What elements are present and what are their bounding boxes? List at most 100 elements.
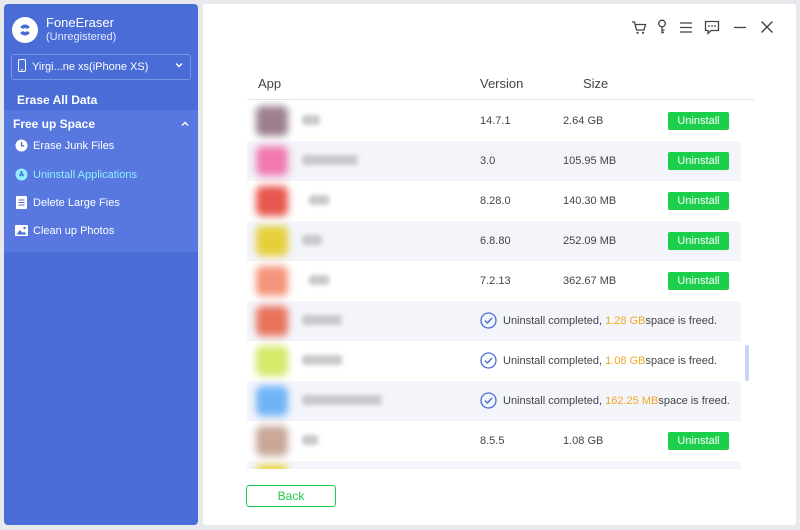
- table-header: App Version Size: [247, 70, 754, 100]
- status-suffix: space is freed.: [658, 394, 730, 407]
- app-icon: [256, 386, 288, 416]
- nav-erase-all-data[interactable]: Erase All Data: [17, 93, 97, 107]
- minimize-icon[interactable]: [732, 19, 748, 35]
- nav-uninstall-applications[interactable]: Uninstall Applications: [15, 168, 137, 181]
- app-logo-icon: [12, 17, 38, 43]
- nav-label: Uninstall Applications: [33, 168, 137, 181]
- main-panel: App Version Size 14.7.1 2.64 GB Uninstal…: [203, 4, 796, 525]
- uninstall-button[interactable]: Uninstall: [668, 192, 729, 210]
- cart-icon[interactable]: [631, 19, 647, 35]
- app-list: 14.7.1 2.64 GB Uninstall 3.0 105.95 MB U…: [247, 101, 741, 469]
- image-icon: [15, 224, 28, 237]
- column-version: Version: [480, 76, 524, 91]
- app-size: 140.30 MB: [563, 195, 617, 207]
- document-icon: [15, 196, 28, 209]
- app-version: 8.28.0: [480, 195, 511, 207]
- app-icon: [256, 426, 288, 456]
- back-button[interactable]: Back: [246, 485, 336, 507]
- table-row: 8.28.0 140.30 MB Uninstall: [247, 181, 741, 221]
- app-name-redacted: [302, 395, 382, 405]
- column-app: App: [258, 76, 282, 91]
- uninstall-button[interactable]: Uninstall: [668, 112, 729, 130]
- uninstall-button[interactable]: Uninstall: [668, 232, 729, 250]
- check-circle-icon: [480, 352, 497, 369]
- key-icon[interactable]: [654, 19, 670, 35]
- table-row: 8.5.5 1.08 GB Uninstall: [247, 421, 741, 461]
- app-size: 105.95 MB: [563, 155, 617, 167]
- app-name-redacted: [302, 155, 358, 165]
- sidebar: FoneEraser (Unregistered) Yirgi...ne xs(…: [4, 4, 198, 525]
- menu-icon[interactable]: [678, 19, 694, 35]
- uninstall-button[interactable]: Uninstall: [668, 152, 729, 170]
- table-row: 14.7.1 2.64 GB Uninstall: [247, 101, 741, 141]
- app-name-redacted: [302, 315, 342, 325]
- app-icon: [256, 266, 288, 296]
- nav-clean-up-photos[interactable]: Clean up Photos: [15, 224, 114, 237]
- app-icon: [256, 186, 288, 216]
- clock-icon: [15, 139, 28, 152]
- status-prefix: Uninstall completed,: [503, 354, 603, 367]
- app-name-redacted: [302, 355, 342, 365]
- uninstall-completed-status: Uninstall completed, 1.28 GB space is fr…: [480, 312, 717, 329]
- chevron-up-icon[interactable]: [180, 118, 190, 132]
- nav-erase-junk-files[interactable]: Erase Junk Files: [15, 139, 114, 152]
- device-label: Yirgi...ne xs(iPhone XS): [32, 61, 149, 73]
- uninstall-button[interactable]: Uninstall: [668, 432, 729, 450]
- app-name-redacted: [302, 235, 322, 245]
- registration-status: (Unregistered): [46, 31, 117, 43]
- nav-label: Erase Junk Files: [33, 139, 115, 152]
- chevron-down-icon: [174, 60, 184, 73]
- app-name-redacted: [309, 195, 329, 205]
- table-row: 6.8.80 252.09 MB Uninstall: [247, 221, 741, 261]
- scrollbar[interactable]: [745, 345, 749, 381]
- app-size: 2.64 GB: [563, 115, 604, 127]
- nav-label: Clean up Photos: [33, 224, 115, 237]
- status-prefix: Uninstall completed,: [503, 314, 603, 327]
- app-size: 252.09 MB: [563, 235, 617, 247]
- freed-amount: 162.25 MB: [605, 394, 659, 407]
- app-version: 14.7.1: [480, 115, 511, 127]
- close-icon[interactable]: [759, 19, 775, 35]
- app-name-redacted: [302, 115, 320, 125]
- table-row: Uninstall completed, 1.08 GB space is fr…: [247, 341, 741, 381]
- device-selector[interactable]: Yirgi...ne xs(iPhone XS): [11, 54, 191, 80]
- table-row: [247, 461, 741, 469]
- table-row: Uninstall completed, 1.28 GB space is fr…: [247, 301, 741, 341]
- table-row: 3.0 105.95 MB Uninstall: [247, 141, 741, 181]
- status-prefix: Uninstall completed,: [503, 394, 603, 407]
- uninstall-completed-status: Uninstall completed, 162.25 MB space is …: [480, 392, 730, 409]
- app-size: 362.67 MB: [563, 275, 617, 287]
- app-icon: [256, 306, 288, 336]
- check-circle-icon: [480, 392, 497, 409]
- app-store-icon: [15, 168, 28, 181]
- app-name-redacted: [309, 275, 329, 285]
- nav-delete-large-files[interactable]: Delete Large Fies: [15, 196, 120, 209]
- uninstall-completed-status: Uninstall completed, 1.08 GB space is fr…: [480, 352, 717, 369]
- status-suffix: space is freed.: [645, 314, 718, 327]
- app-name-redacted: [302, 435, 318, 445]
- app-icon: [256, 226, 288, 256]
- table-row: Uninstall completed, 162.25 MB space is …: [247, 381, 741, 421]
- app-size: 1.08 GB: [563, 435, 604, 447]
- brand: FoneEraser (Unregistered): [12, 16, 116, 44]
- app-icon: [256, 146, 288, 176]
- table-row: 7.2.13 362.67 MB Uninstall: [247, 261, 741, 301]
- app-version: 7.2.13: [480, 275, 511, 287]
- column-size: Size: [583, 76, 609, 91]
- app-version: 8.5.5: [480, 435, 505, 447]
- app-icon: [256, 346, 288, 376]
- check-circle-icon: [480, 312, 497, 329]
- app-version: 6.8.80: [480, 235, 511, 247]
- app-icon: [256, 106, 288, 136]
- status-suffix: space is freed.: [645, 354, 718, 367]
- freed-amount: 1.28 GB: [605, 314, 646, 327]
- freed-amount: 1.08 GB: [605, 354, 646, 367]
- app-icon: [256, 465, 288, 469]
- app-name: FoneEraser: [46, 15, 114, 30]
- app-version: 3.0: [480, 155, 496, 167]
- phone-icon: [18, 59, 26, 75]
- nav-label: Delete Large Fies: [33, 196, 120, 209]
- feedback-icon[interactable]: [704, 19, 720, 35]
- uninstall-button[interactable]: Uninstall: [668, 272, 729, 290]
- nav-free-up-space[interactable]: Free up Space: [13, 117, 95, 131]
